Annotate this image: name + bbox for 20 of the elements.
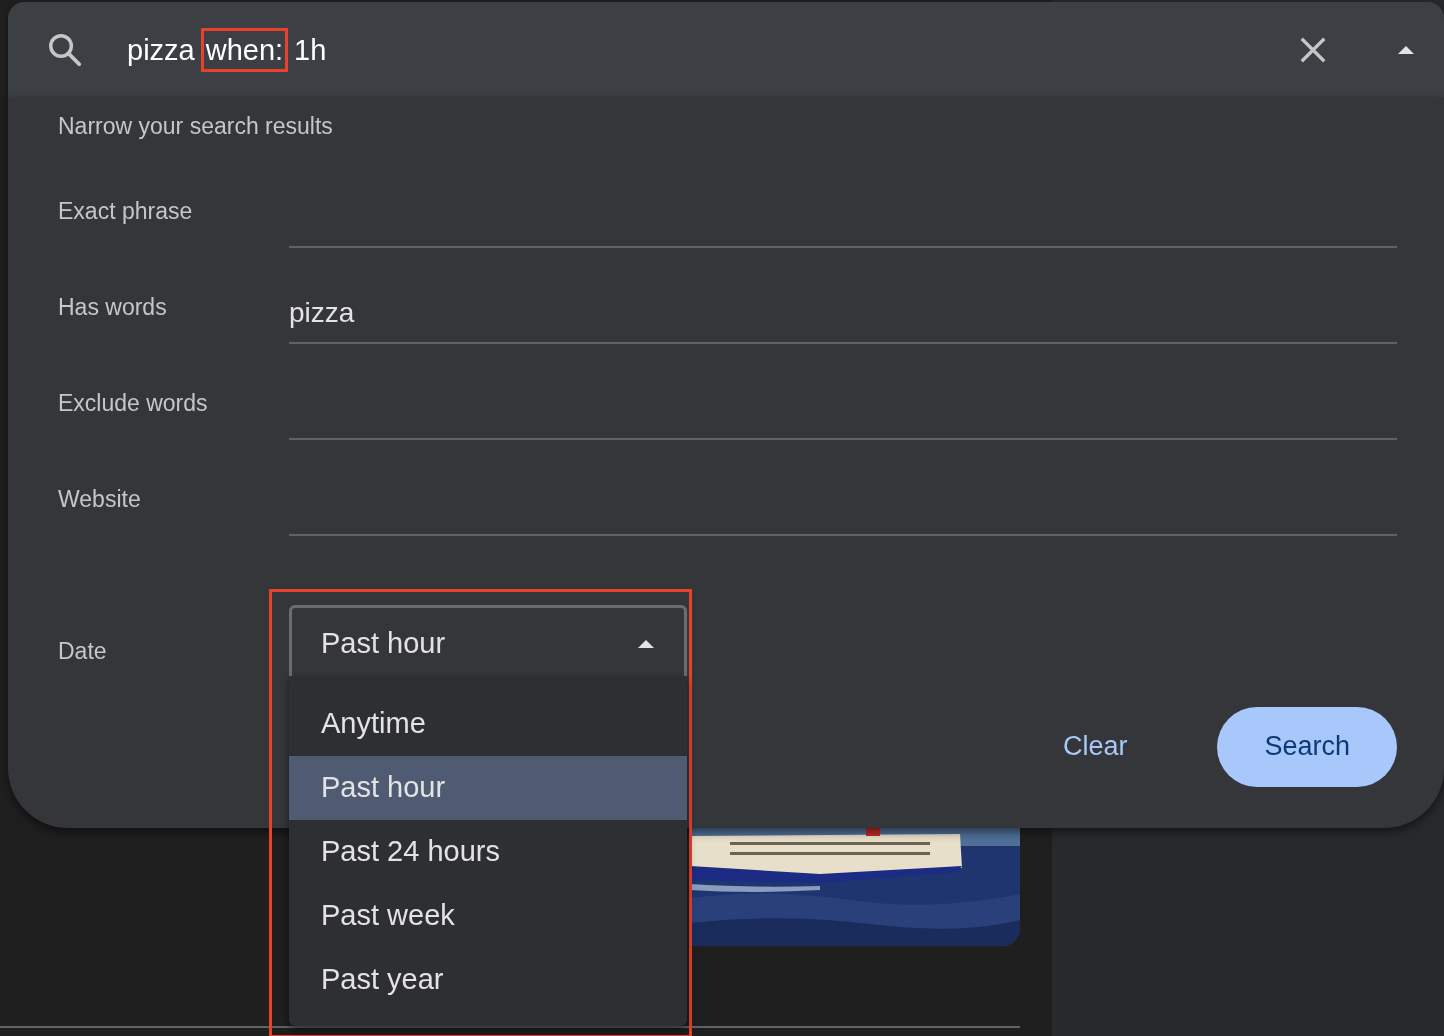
collapse-icon (1398, 45, 1414, 54)
search-button[interactable]: Search (1217, 706, 1397, 787)
date-option[interactable]: Past 24 hours (289, 820, 687, 884)
field-label: Date (58, 636, 108, 666)
text-field[interactable]: pizza (289, 283, 1397, 344)
query-text: pizza (126, 32, 196, 68)
date-option[interactable]: Past hour (289, 756, 687, 820)
field-label: Exclude words (58, 389, 209, 418)
clear-button[interactable]: Clear (1062, 706, 1128, 787)
query-text: 1h (293, 32, 328, 68)
field-label: Exact phrase (58, 197, 194, 226)
dropdown-arrow-icon (638, 639, 654, 648)
panel-title: Narrow your search results (58, 112, 333, 141)
field-label: Has words (58, 293, 168, 322)
search-bar[interactable]: pizza when: 1h (8, 2, 1444, 97)
date-option[interactable]: Past year (289, 948, 687, 1012)
query-text: when: (200, 27, 289, 72)
field-label: Website (58, 485, 142, 514)
date-option[interactable]: Anytime (289, 692, 687, 756)
date-option[interactable]: Past week (289, 884, 687, 948)
